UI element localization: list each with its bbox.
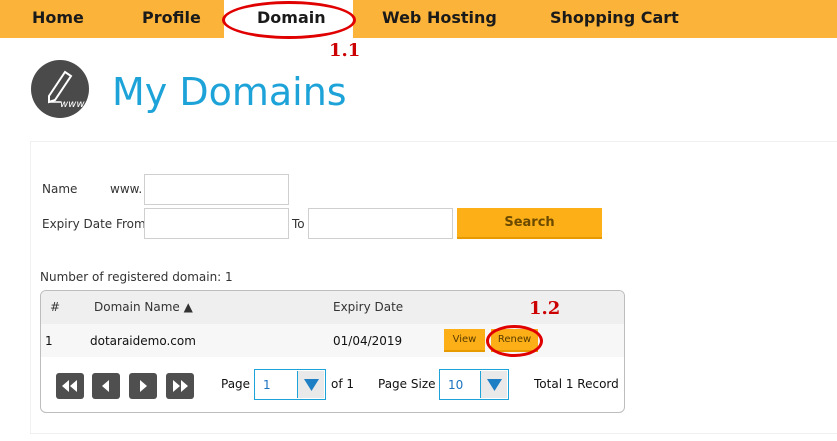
name-label: Name [42,182,78,196]
top-nav: Home Profile Domain Web Hosting Shopping… [0,0,837,38]
view-button[interactable]: View [444,329,485,352]
last-page-icon[interactable] [166,373,194,399]
page-size-select[interactable]: 10 [439,369,509,400]
expiry-from-input[interactable] [144,208,289,239]
annotation-ellipse-domain [222,1,356,39]
search-button[interactable]: Search [457,208,602,239]
to-label: To [292,217,305,231]
nav-item-web-hosting[interactable]: Web Hosting [382,8,497,27]
row-expiry-date: 01/04/2019 [333,334,403,348]
page-size-label: Page Size [378,377,436,391]
www-prefix: www. [110,182,143,196]
page-size-select-value: 10 [448,378,464,392]
annotation-ellipse-renew [486,325,543,357]
row-domain-name: dotaraidemo.com [90,334,196,348]
chevron-down-icon[interactable] [480,371,507,398]
page-of-text: of 1 [331,377,355,391]
www-pen-icon: www [31,60,89,118]
nav-item-home[interactable]: Home [32,8,84,27]
expiry-from-label: Expiry Date From [42,217,146,231]
total-records: Total 1 Record [534,377,619,391]
column-header-expiry-date[interactable]: Expiry Date [333,300,403,314]
nav-item-shopping-cart[interactable]: Shopping Cart [550,8,679,27]
page-select[interactable]: 1 [254,369,326,400]
first-page-icon[interactable] [56,373,84,399]
page-title: My Domains [112,70,347,114]
column-header-domain-name[interactable]: Domain Name ▲ [94,300,193,314]
row-number: 1 [45,334,53,348]
chevron-down-icon[interactable] [297,371,324,398]
nav-item-profile[interactable]: Profile [142,8,201,27]
expiry-to-input[interactable] [308,208,453,239]
name-input[interactable] [144,174,289,205]
registered-count: Number of registered domain: 1 [40,270,233,284]
annotation-label-1-1: 1.1 [329,40,361,61]
www-icon-text: www [60,99,85,110]
page-label: Page [221,377,251,391]
prev-page-icon[interactable] [92,373,120,399]
annotation-label-1-2: 1.2 [529,298,561,319]
next-page-icon[interactable] [129,373,157,399]
page-select-value: 1 [263,378,271,392]
column-header-number: # [50,300,61,314]
